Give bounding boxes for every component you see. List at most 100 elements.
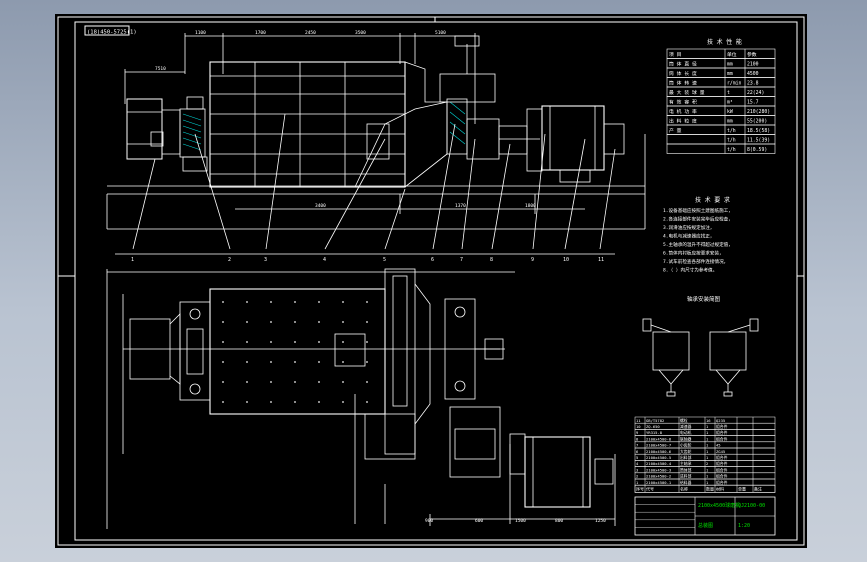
dimension-label: 1700 xyxy=(255,30,266,36)
bolt-hole xyxy=(365,300,369,304)
outer-frame xyxy=(57,16,805,546)
tech-table-header-cell: 单位 xyxy=(727,51,737,58)
tech-table-cell: mm xyxy=(727,63,733,68)
mill-shell xyxy=(209,61,406,188)
parts-cell: 螺栓 xyxy=(680,418,688,423)
parts-cell: 1 xyxy=(706,430,709,435)
parts-cell: 7 xyxy=(636,443,638,448)
bolt-hole xyxy=(293,360,297,364)
parts-header-cell: 单重 xyxy=(738,485,746,491)
tech-table-cell: 4500 xyxy=(747,71,759,77)
tech-table-cell: 产 量 xyxy=(669,127,682,134)
balloon-2: 2 xyxy=(228,257,231,263)
tech-table-cell: 最 大 装 球 量 xyxy=(669,89,705,96)
bolt-hole xyxy=(221,380,225,384)
parts-cell: 进料部 xyxy=(680,474,692,479)
tech-table-cell: 55(200) xyxy=(747,119,767,125)
balloon-9: 9 xyxy=(531,257,534,263)
parts-cell: 2 xyxy=(706,461,708,466)
balloon-6: 6 xyxy=(431,257,434,263)
bolt-hole xyxy=(365,340,369,344)
parts-cell: 1 xyxy=(706,480,709,485)
bolt-hole xyxy=(245,380,249,384)
tech-table-cell: 23.8 xyxy=(747,81,759,87)
parts-cell: 16 xyxy=(706,418,711,423)
parts-cell: YR315-8 xyxy=(646,430,663,435)
bolt-hole xyxy=(317,400,321,404)
parts-cell: 主轴承 xyxy=(680,461,692,466)
bolt-hole xyxy=(221,400,225,404)
bolt-hole xyxy=(245,400,249,404)
bolt-hole xyxy=(221,340,225,344)
dimension-label: 5100 xyxy=(435,30,446,36)
bolt-hole xyxy=(293,380,297,384)
tech-table-cell: 出 料 粒 度 xyxy=(669,118,697,125)
tech-table-header-cell: 项 目 xyxy=(669,52,681,58)
tech-req-line: 3.润滑油应按规定加注， xyxy=(663,224,714,231)
parts-cell: 2100x4500-2 xyxy=(646,474,671,479)
bolt-hole xyxy=(245,340,249,344)
tech-table-cell: kW xyxy=(727,109,733,115)
assembly-drawing: (18)450-5725(1) 1 2 3 4 5 6 7 8 9 10 11 … xyxy=(57,16,805,546)
bearing-sketch xyxy=(642,318,759,397)
drawing-sheet[interactable]: (18)450-5725(1) 1 2 3 4 5 6 7 8 9 10 11 … xyxy=(55,14,807,548)
tech-req-line: 4.电机与减速器应找正， xyxy=(663,233,714,240)
tech-req-line: 8.（ ）内尺寸为参考值。 xyxy=(663,267,717,274)
parts-cell: 45 xyxy=(716,443,721,448)
tech-table-cell: 15.7 xyxy=(747,100,759,106)
parts-cell: 8 xyxy=(636,436,639,441)
tech-table-cell: 18.5(58) xyxy=(747,128,770,134)
parts-cell: 1 xyxy=(706,424,709,429)
bolt-hole xyxy=(365,360,369,364)
title-block-scale: 1:20 xyxy=(738,523,750,529)
bolt-hole xyxy=(365,380,369,384)
tech-table-cell: r/min xyxy=(727,81,742,87)
motor-plan xyxy=(524,436,591,508)
bolt-hole xyxy=(293,300,297,304)
bolt-hole xyxy=(341,360,345,364)
parts-header-cell: 备注 xyxy=(754,485,762,491)
tech-table-cell: 22(24) xyxy=(747,90,764,96)
bolt-hole xyxy=(245,320,249,324)
parts-cell: 1 xyxy=(706,467,709,472)
parts-cell: 组合件 xyxy=(716,436,728,441)
parts-cell: 组合件 xyxy=(716,480,728,485)
parts-cell: 2100x4500-8 xyxy=(646,436,672,441)
parts-cell: 3 xyxy=(636,467,638,472)
parts-cell: 电动机 xyxy=(680,430,692,435)
parts-cell: 1 xyxy=(706,455,709,460)
parts-cell: ZG45 xyxy=(716,449,725,454)
bolt-hole xyxy=(221,300,225,304)
parts-cell: 1 xyxy=(636,480,639,485)
balloon-4: 4 xyxy=(323,257,326,263)
parts-cell: 2100x4500-4 xyxy=(646,461,672,466)
dimension-label: 3500 xyxy=(355,30,366,36)
bolt-hole xyxy=(341,380,345,384)
balloon-8: 8 xyxy=(490,257,493,263)
bolt-hole xyxy=(341,400,345,404)
balloon-3: 3 xyxy=(264,257,267,263)
bolt-hole xyxy=(245,300,249,304)
bolt-hole xyxy=(317,320,321,324)
parts-list: 11 GB/T5782 螺栓 16 Q23510 ZQ-650 减速器 1 组合件9 YR315-… xyxy=(634,416,776,493)
title-block-drawing-no: QJ2100-00 xyxy=(738,503,765,509)
parts-cell: 减速器 xyxy=(680,424,692,429)
title-block: 2100x4500球磨机QJ2100-00 总装图 1:20 xyxy=(634,496,776,536)
tech-table-cell: t xyxy=(727,90,730,96)
balloon-5: 5 xyxy=(383,257,386,263)
bolt-hole xyxy=(317,300,321,304)
parts-cell: 组合件 xyxy=(716,467,728,472)
tech-req-line: 6.筒体内衬板应按要求安装， xyxy=(663,250,724,257)
bolt-hole xyxy=(269,300,273,304)
tech-table-cell: mm xyxy=(727,72,733,77)
parts-cell: 联轴器 xyxy=(680,436,692,441)
parts-header-cell: 序号 xyxy=(636,485,644,491)
tech-req-line: 1.设备基础应按照土建图纸施工， xyxy=(663,207,733,214)
bolt-hole xyxy=(365,320,369,324)
parts-cell: 5 xyxy=(636,455,638,460)
tech-req-line: 5.主轴承的温升不得超过规定值， xyxy=(663,241,733,248)
bolt-hole xyxy=(317,340,321,344)
code-box-text: (18)450-5725(1) xyxy=(87,30,137,36)
tech-table-cell: t/h xyxy=(727,147,736,153)
bolt-hole xyxy=(269,400,273,404)
